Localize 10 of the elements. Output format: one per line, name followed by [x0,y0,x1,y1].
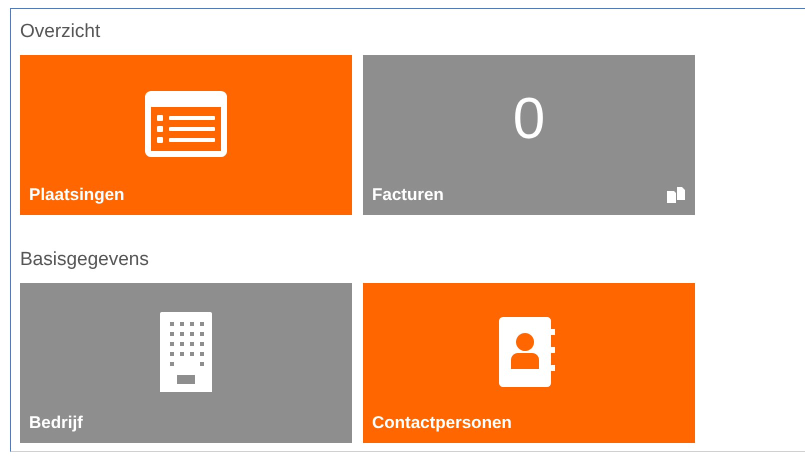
list-icon [145,90,227,156]
section-heading: Overzicht [20,20,102,44]
invoice-count: 0 [512,90,546,148]
documents-icon [667,187,685,203]
tile[interactable]: Contactpersonen [363,283,695,443]
tile[interactable]: Bedrijf [20,283,352,443]
building-icon [160,312,212,392]
tile[interactable]: 0 Facturen [363,55,695,215]
tile[interactable]: Plaatsingen [20,55,352,215]
section-heading: Basisgegevens [20,248,150,272]
